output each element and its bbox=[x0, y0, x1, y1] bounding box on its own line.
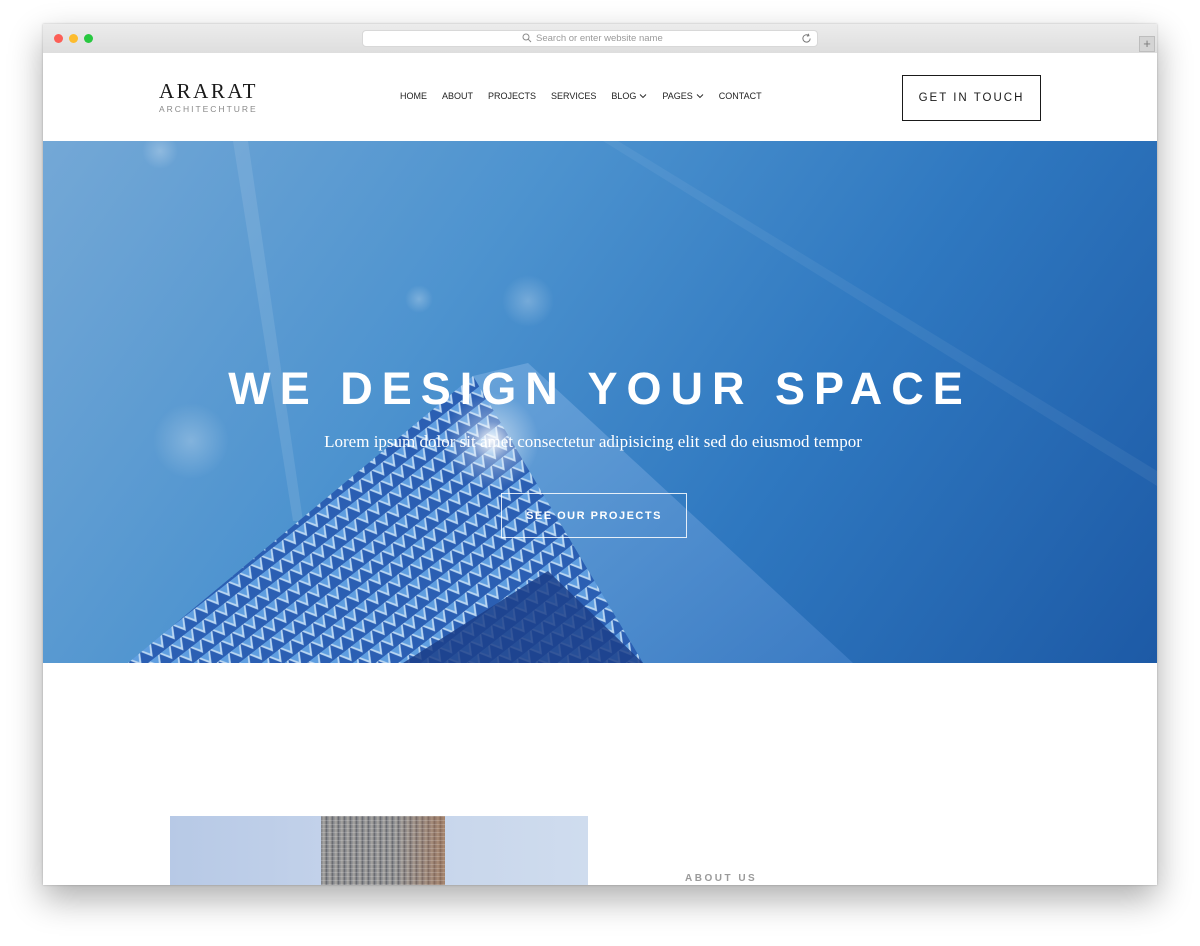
chevron-down-icon bbox=[640, 94, 647, 99]
browser-window: Search or enter website name + ARARAT AR… bbox=[43, 24, 1157, 885]
new-tab-button[interactable]: + bbox=[1139, 36, 1155, 52]
nav-item-home[interactable]: HOME bbox=[400, 91, 427, 101]
brand-tagline: ARCHITECHTURE bbox=[159, 104, 258, 114]
see-projects-button[interactable]: SEE OUR PROJECTS bbox=[501, 493, 687, 538]
nav-item-services[interactable]: SERVICES bbox=[551, 91, 596, 101]
about-section-label: ABOUT US bbox=[685, 873, 758, 884]
nav-item-about[interactable]: ABOUT bbox=[442, 91, 473, 101]
search-icon bbox=[522, 33, 532, 43]
tower-illustration bbox=[321, 816, 445, 885]
nav-item-label: BLOG bbox=[611, 91, 637, 101]
address-bar[interactable]: Search or enter website name bbox=[362, 30, 818, 47]
nav-item-pages[interactable]: PAGES bbox=[662, 91, 704, 101]
hero-title: WE DESIGN YOUR SPACE bbox=[228, 363, 972, 414]
get-in-touch-button[interactable]: GET IN TOUCH bbox=[902, 75, 1041, 121]
about-image bbox=[170, 816, 588, 885]
hero-banner: WE DESIGN YOUR SPACE Lorem ipsum dolor s… bbox=[43, 141, 1157, 663]
nav-item-projects[interactable]: PROJECTS bbox=[488, 91, 536, 101]
address-placeholder: Search or enter website name bbox=[536, 33, 663, 44]
nav-item-contact[interactable]: CONTACT bbox=[719, 91, 762, 101]
chevron-down-icon bbox=[696, 94, 704, 99]
browser-toolbar: Search or enter website name + bbox=[43, 24, 1157, 54]
nav-item-label: ABOUT bbox=[442, 91, 474, 101]
close-window-button[interactable] bbox=[54, 34, 63, 43]
nav-item-blog[interactable]: BLOG bbox=[611, 91, 647, 101]
nav-item-label: SERVICES bbox=[551, 91, 597, 101]
site-header: ARARAT ARCHITECHTURE HOME ABOUT PROJECTS… bbox=[43, 53, 1157, 141]
reload-icon[interactable] bbox=[801, 33, 812, 44]
nav-item-label: CONTACT bbox=[718, 91, 762, 101]
nav-item-label: PROJECTS bbox=[488, 91, 537, 101]
nav-item-label: PAGES bbox=[662, 91, 693, 101]
main-nav: HOME ABOUT PROJECTS SERVICES BLOG PAGES … bbox=[400, 91, 777, 101]
hero-subtitle: Lorem ipsum dolor sit amet consectetur a… bbox=[324, 432, 862, 451]
minimize-window-button[interactable] bbox=[69, 34, 78, 43]
nav-item-label: HOME bbox=[400, 91, 427, 101]
brand-logo[interactable]: ARARAT bbox=[159, 79, 258, 104]
maximize-window-button[interactable] bbox=[84, 34, 93, 43]
